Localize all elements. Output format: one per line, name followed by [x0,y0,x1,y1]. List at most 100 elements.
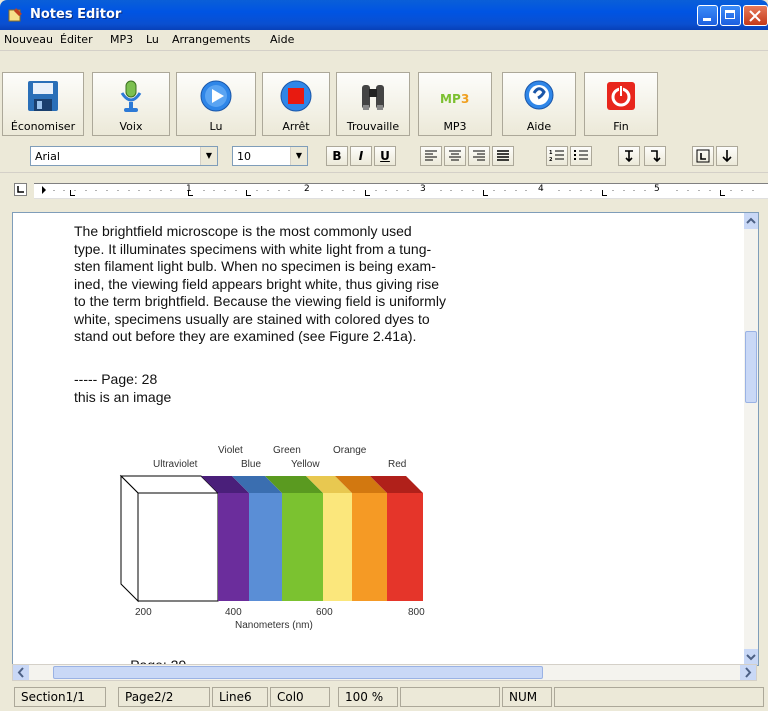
size-select[interactable]: 10 ▼ [232,146,308,166]
save-label: Économiser [10,120,76,133]
justify-button[interactable] [492,146,514,166]
tab-stop-button[interactable] [692,146,714,166]
chevron-up-icon [746,217,756,224]
ruler-mark-4: 4 [538,184,544,194]
menu-editer[interactable]: Éditer [60,33,93,46]
horizontal-scroll-thumb[interactable] [53,666,543,679]
window-title: Notes Editor [30,7,122,22]
document-paragraph[interactable]: The brightfield microscope is the most c… [74,223,514,346]
status-num: NUM [502,687,552,707]
chevron-down-icon: ▼ [200,147,217,165]
chevron-right-icon [745,667,752,678]
document-area[interactable]: The brightfield microscope is the most c… [12,212,759,666]
minimize-button[interactable] [697,5,718,26]
menu-mp3[interactable]: MP3 [110,33,133,46]
save-button[interactable]: Économiser [2,72,84,136]
floppy-save-icon [28,81,58,111]
svg-text:3: 3 [461,92,469,106]
mp3-button[interactable]: MP 3 MP3 [418,72,492,136]
play-icon [200,80,232,112]
status-bar: Section1/1 Page2/2 Line6 Col0 100 % NUM [0,683,768,711]
align-center-icon [449,150,461,161]
close-icon [749,10,761,22]
spectrum-3d-box [119,474,423,603]
stop-button[interactable]: Arrêt [262,72,330,136]
tick-200: 200 [135,607,152,618]
menu-lu[interactable]: Lu [146,33,159,46]
horizontal-scrollbar[interactable] [12,664,757,681]
scroll-down-button[interactable] [744,649,758,665]
status-section: Section1/1 [14,687,106,707]
arrow-down-icon [722,150,732,163]
notes-app-icon [8,8,22,22]
menu-arrangements[interactable]: Arrangements [172,33,250,46]
power-icon [607,82,635,110]
scroll-right-button[interactable] [740,665,756,680]
svg-text:2: 2 [549,157,553,163]
bold-button[interactable]: B [326,146,348,166]
mp3-icon: MP 3 [440,92,469,106]
size-value: 10 [237,150,251,163]
band-red [387,493,423,601]
band-blue [249,493,282,601]
tab-selector[interactable] [14,183,27,196]
chevron-left-icon [17,667,24,678]
exit-button[interactable]: Fin [584,72,658,136]
label-ultraviolet: Ultraviolet [153,459,198,470]
menu-nouveau[interactable]: Nouveau [4,33,53,46]
svg-text:MP: MP [440,92,461,106]
maximize-button[interactable] [720,5,741,26]
page-marker[interactable]: ----- Page: 28 [74,371,157,387]
band-violet [218,493,249,601]
underline-button[interactable]: U [374,146,396,166]
ruler-mark-1: 1 [186,184,192,194]
align-center-button[interactable] [444,146,466,166]
vertical-scrollbar[interactable] [744,213,758,665]
play-button[interactable]: Lu [176,72,256,136]
find-label: Trouvaille [346,120,400,133]
binoculars-icon [362,85,384,110]
label-yellow: Yellow [291,459,320,470]
find-button[interactable]: Trouvaille [336,72,410,136]
indent-increase-button[interactable] [644,146,666,166]
play-label: Lu [209,120,223,133]
help-button[interactable]: Aide [502,72,576,136]
status-line: Line6 [212,687,268,707]
indent-decrease-button[interactable] [618,146,640,166]
align-left-button[interactable] [420,146,442,166]
help-label: Aide [526,120,552,133]
mp3-label: MP3 [443,120,467,133]
align-right-button[interactable] [468,146,490,166]
exit-label: Fin [613,120,629,133]
band-green [282,493,323,601]
voice-button[interactable]: Voix [92,72,170,136]
justify-icon [497,150,509,161]
align-right-icon [473,150,485,161]
ruler: 1 2 3 4 5 [0,172,768,207]
scroll-left-button[interactable] [13,665,29,680]
band-yellow [323,493,352,601]
title-bar: Notes Editor [0,0,768,30]
status-page: Page2/2 [118,687,210,707]
close-button[interactable] [743,5,768,26]
voice-label: Voix [119,120,143,133]
font-select[interactable]: Arial ▼ [30,146,218,166]
menu-aide[interactable]: Aide [270,33,294,46]
status-col: Col0 [270,687,330,707]
numbered-list-button[interactable]: 12 [546,146,568,166]
maximize-icon [725,10,735,19]
scroll-up-button[interactable] [744,213,758,229]
font-value: Arial [35,150,60,163]
ruler-mark-3: 3 [420,184,426,194]
ruler-strip[interactable]: 1 2 3 4 5 [34,183,768,199]
image-note[interactable]: this is an image [74,389,171,405]
bullet-list-button[interactable] [570,146,592,166]
tab-left-icon [17,186,24,193]
vertical-scroll-thumb[interactable] [745,331,757,403]
label-violet: Violet [218,445,243,456]
label-red: Red [388,459,406,470]
arrow-down-left-icon [625,150,633,163]
down-arrow-button[interactable] [716,146,738,166]
minimize-icon [703,18,711,21]
italic-button[interactable]: I [350,146,372,166]
